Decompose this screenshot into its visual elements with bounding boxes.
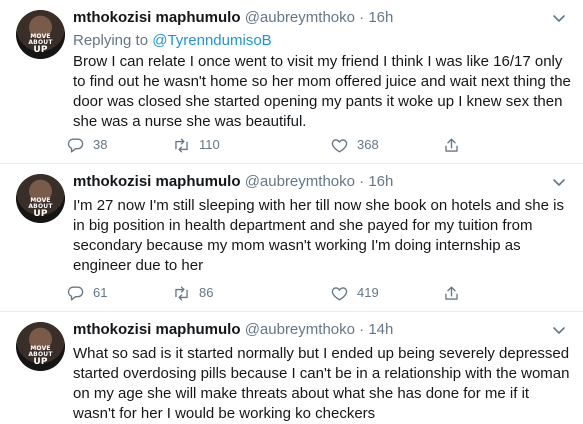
retweet-button[interactable]: 86 — [172, 283, 213, 303]
like-count: 419 — [357, 285, 379, 300]
tweet-text: I'm 27 now I'm still sleeping with her t… — [73, 197, 564, 274]
reply-button[interactable]: 61 — [66, 283, 107, 303]
like-button[interactable]: 419 — [330, 283, 379, 303]
reply-count: 61 — [93, 285, 108, 300]
share-icon — [445, 137, 458, 152]
heart-icon — [331, 286, 348, 301]
retweet-count: 86 — [199, 285, 214, 300]
avatar-shirt-text: MOVE ABOUT UP — [28, 345, 53, 367]
tweet-text: What so sad is it started normally but I… — [73, 345, 570, 422]
avatar-shirt-text: MOVE ABOUT UP — [28, 33, 53, 55]
reply-icon — [67, 137, 84, 153]
heart-icon — [331, 138, 348, 153]
handle[interactable]: @aubreymthoko — [245, 321, 355, 338]
timestamp[interactable]: 16h — [368, 9, 393, 26]
tweet-actions: 61 86 419 — [66, 283, 506, 303]
reply-count: 38 — [93, 137, 108, 152]
avatar[interactable]: MOVE ABOUT UP — [16, 10, 65, 59]
timestamp[interactable]: 16h — [368, 173, 393, 190]
chevron-down-icon[interactable] — [551, 10, 567, 26]
separator-dot: · — [359, 9, 365, 26]
avatar[interactable]: MOVE ABOUT UP — [16, 174, 65, 223]
display-name[interactable]: mthokozisi maphumulo — [73, 321, 241, 338]
chevron-down-icon[interactable] — [551, 174, 567, 190]
tweet[interactable]: MOVE ABOUT UP mthokozisi maphumulo @aubr… — [0, 164, 583, 312]
reply-button[interactable]: 38 — [66, 135, 107, 155]
retweet-count: 110 — [199, 137, 220, 152]
tweet-header: mthokozisi maphumulo @aubreymthoko · 16h — [73, 172, 393, 192]
retweet-button[interactable]: 110 — [172, 135, 220, 155]
handle[interactable]: @aubreymthoko — [245, 9, 355, 26]
timestamp[interactable]: 14h — [368, 321, 393, 338]
tweet[interactable]: MOVE ABOUT UP mthokozisi maphumulo @aubr… — [0, 0, 583, 164]
avatar[interactable]: MOVE ABOUT UP — [16, 322, 65, 371]
display-name[interactable]: mthokozisi maphumulo — [73, 9, 241, 26]
tweet-header: mthokozisi maphumulo @aubreymthoko · 14h — [73, 320, 393, 340]
like-count: 368 — [357, 137, 379, 152]
tweet-actions: 38 110 368 — [66, 135, 506, 155]
avatar-shirt-text: MOVE ABOUT UP — [28, 197, 53, 219]
display-name[interactable]: mthokozisi maphumulo — [73, 173, 241, 190]
tweet[interactable]: MOVE ABOUT UP mthokozisi maphumulo @aubr… — [0, 312, 583, 423]
share-button[interactable] — [442, 283, 461, 303]
like-button[interactable]: 368 — [330, 135, 379, 155]
share-button[interactable] — [442, 135, 461, 155]
mention-link[interactable]: @TyrenndumisoB — [152, 32, 271, 49]
handle[interactable]: @aubreymthoko — [245, 173, 355, 190]
retweet-icon — [175, 137, 188, 153]
tweet-text: Brow I can relate I once went to visit m… — [73, 53, 571, 130]
tweet-header: mthokozisi maphumulo @aubreymthoko · 16h — [73, 8, 393, 28]
retweet-icon — [175, 285, 188, 301]
reply-icon — [67, 285, 84, 301]
separator-dot: · — [359, 173, 365, 190]
replying-to: Replying to @TyrenndumisoB — [73, 32, 272, 49]
separator-dot: · — [359, 321, 365, 338]
chevron-down-icon[interactable] — [551, 322, 567, 338]
share-icon — [445, 285, 458, 300]
